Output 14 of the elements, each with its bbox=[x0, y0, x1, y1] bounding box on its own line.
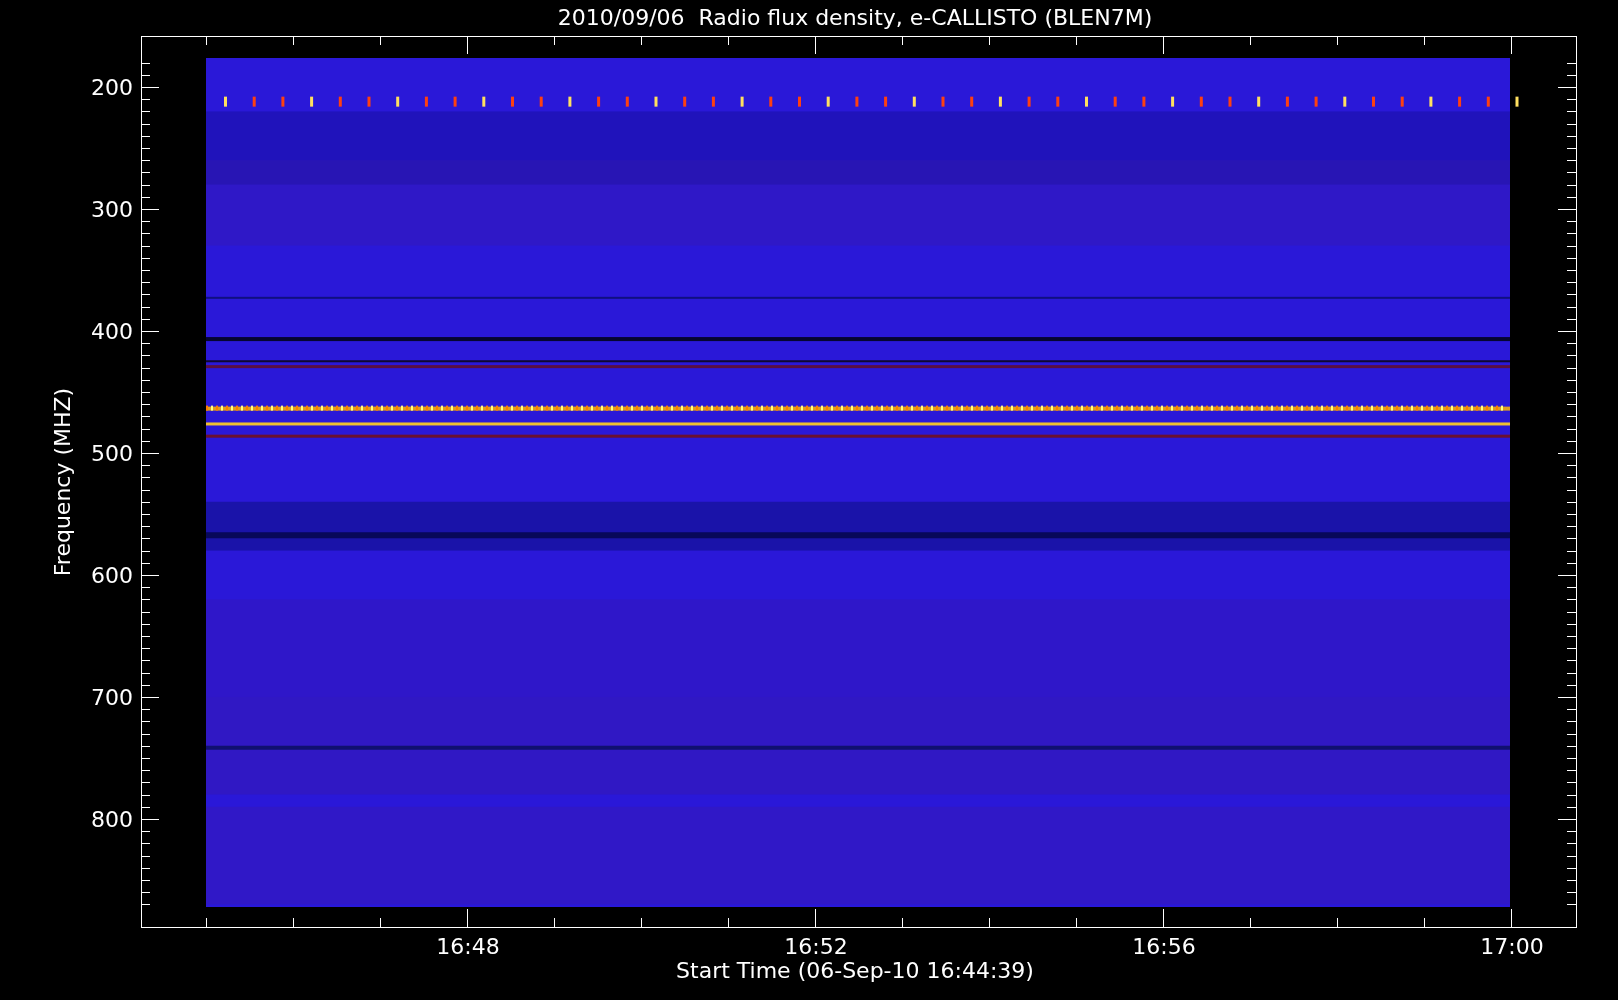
x-axis-label: Start Time (06-Sep-10 16:44:39) bbox=[676, 958, 1034, 983]
chart-title: 2010/09/06 Radio flux density, e-CALLISTO (BLEN7M) bbox=[557, 5, 1153, 30]
y-tick-label: 500 bbox=[91, 440, 133, 466]
y-tick-label: 800 bbox=[91, 806, 133, 832]
x-tick-label: 16:56 bbox=[1132, 934, 1196, 959]
y-tick-label: 200 bbox=[91, 75, 133, 100]
y-axis-label: Frequency (MHZ) bbox=[50, 387, 75, 577]
x-tick-label: 16:48 bbox=[436, 934, 500, 959]
x-tick-label: 17:00 bbox=[1480, 934, 1544, 959]
y-tick-label: 300 bbox=[91, 197, 133, 222]
y-tick-label: 700 bbox=[91, 684, 133, 710]
y-tick-label: 600 bbox=[91, 562, 133, 588]
y-tick-label: 400 bbox=[91, 319, 133, 344]
x-tick-label: 16:52 bbox=[784, 934, 848, 959]
